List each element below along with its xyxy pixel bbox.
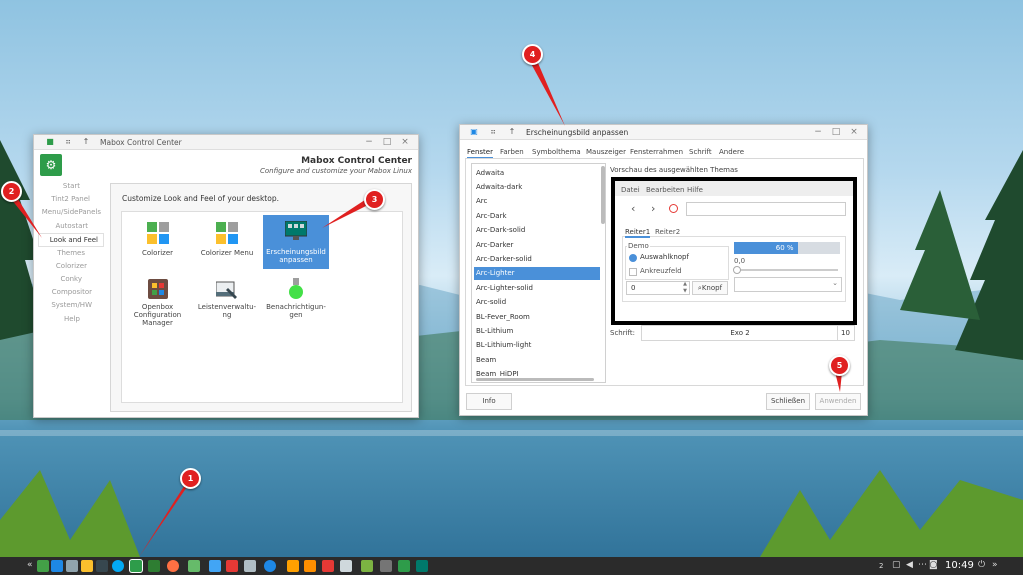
app-grey-icon[interactable] xyxy=(340,560,352,572)
mabox-control-center-icon[interactable] xyxy=(130,560,142,572)
chevron-right-icon[interactable]: » xyxy=(992,560,998,570)
terminal-icon[interactable] xyxy=(96,560,108,572)
window-list-icon[interactable] xyxy=(66,560,78,572)
clock[interactable]: 10:49 xyxy=(945,560,974,571)
marker-1: 1 xyxy=(180,468,201,489)
window-3-icon[interactable] xyxy=(416,560,428,572)
chevron-left-icon[interactable]: « xyxy=(27,560,33,570)
editor-icon[interactable] xyxy=(188,560,200,572)
volume-icon[interactable]: ◀ xyxy=(906,560,913,570)
app-red-icon[interactable] xyxy=(322,560,334,572)
blue-circle-icon[interactable] xyxy=(264,560,276,572)
files-icon[interactable] xyxy=(51,560,63,572)
app-orange2-icon[interactable] xyxy=(304,560,316,572)
clipboard-icon[interactable]: ▢ xyxy=(892,560,901,570)
firefox-icon[interactable] xyxy=(167,560,179,572)
document-icon[interactable] xyxy=(209,560,221,572)
desktop-number[interactable]: 2 xyxy=(879,562,883,570)
camera-icon[interactable]: ◙ xyxy=(929,560,938,570)
power-icon[interactable]: ⏻ xyxy=(978,560,985,570)
palette-icon[interactable] xyxy=(361,560,373,572)
marker-2: 2 xyxy=(1,181,22,202)
taskbar: « 2 ▢ ◀ ⋯ ◙ 10:49 ⏻ » xyxy=(0,557,1023,575)
marker-4: 4 xyxy=(522,44,543,65)
desktop: ■ ⠶ ↑ Mabox Control Center − □ × ⚙ Mabox… xyxy=(0,0,1023,575)
app-orange-icon[interactable] xyxy=(287,560,299,572)
bottle-icon[interactable] xyxy=(244,560,256,572)
folder-icon[interactable] xyxy=(81,560,93,572)
globe-icon[interactable] xyxy=(112,560,124,572)
window-1-icon[interactable] xyxy=(380,560,392,572)
marker-5: 5 xyxy=(829,355,850,376)
grid-icon[interactable] xyxy=(37,560,49,572)
marker-3: 3 xyxy=(364,189,385,210)
network-icon[interactable]: ⋯ xyxy=(918,560,927,570)
window-2-icon[interactable] xyxy=(398,560,410,572)
mail-icon[interactable] xyxy=(226,560,238,572)
annotation-arrows xyxy=(8,56,842,557)
app-green-icon[interactable] xyxy=(148,560,160,572)
